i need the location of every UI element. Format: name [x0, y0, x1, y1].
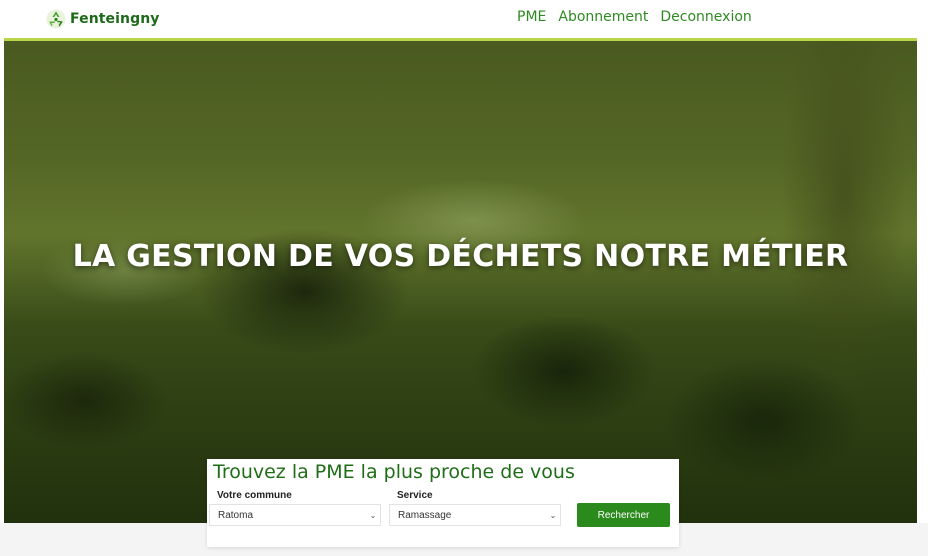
brand-name: Fenteingny — [70, 11, 160, 27]
service-select[interactable]: Ramassage ⌄ — [389, 504, 561, 526]
commune-select[interactable]: Ratoma ⌄ — [209, 504, 381, 526]
service-label: Service — [397, 490, 433, 501]
service-select-value: Ramassage — [398, 509, 452, 521]
search-button[interactable]: Rechercher — [577, 503, 670, 527]
chevron-down-icon: ⌄ — [369, 510, 377, 520]
recycle-icon — [46, 9, 66, 29]
search-card: Trouvez la PME la plus proche de vous Vo… — [207, 459, 679, 547]
chevron-down-icon: ⌄ — [549, 510, 557, 520]
hero-banner: LA GESTION DE VOS DÉCHETS NOTRE MÉTIER — [4, 38, 917, 523]
commune-label: Votre commune — [217, 490, 292, 501]
hero-image-overlay — [4, 41, 917, 523]
hero-title: LA GESTION DE VOS DÉCHETS NOTRE MÉTIER — [72, 239, 849, 274]
nav-links: PME Abonnement Deconnexion — [517, 8, 752, 26]
commune-select-value: Ratoma — [218, 509, 254, 521]
nav-link-pme[interactable]: PME — [517, 8, 546, 26]
search-title: Trouvez la PME la plus proche de vous — [213, 461, 575, 483]
nav-link-abonnement[interactable]: Abonnement — [558, 8, 648, 26]
navbar: Fenteingny PME Abonnement Deconnexion — [0, 0, 928, 38]
nav-link-deconnexion[interactable]: Deconnexion — [660, 8, 751, 26]
brand-link[interactable]: Fenteingny — [46, 8, 160, 30]
